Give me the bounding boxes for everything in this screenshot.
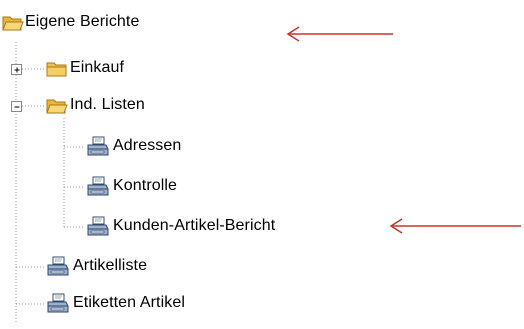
collapse-toggle-ind-listen[interactable] bbox=[11, 101, 22, 112]
printer-icon bbox=[46, 256, 70, 283]
tree-label: Artikelliste bbox=[73, 257, 148, 274]
red-arrow-kunden bbox=[389, 218, 521, 234]
folder-open-icon bbox=[2, 14, 24, 37]
printer-icon bbox=[86, 176, 110, 203]
tree-label: Kunden-Artikel-Bericht bbox=[113, 217, 276, 234]
tree-label: Einkauf bbox=[70, 59, 125, 76]
printer-icon bbox=[86, 136, 110, 163]
tree-label: Adressen bbox=[113, 137, 182, 154]
folder-open-icon bbox=[46, 97, 68, 120]
red-arrow-root bbox=[286, 26, 393, 42]
expand-toggle-einkauf[interactable] bbox=[11, 64, 22, 75]
printer-icon bbox=[86, 216, 110, 243]
folder-closed-icon bbox=[46, 60, 68, 83]
printer-icon bbox=[46, 293, 70, 320]
tree-label: Ind. Listen bbox=[70, 96, 145, 113]
tree-label: Etiketten Artikel bbox=[73, 294, 185, 311]
tree-label: Kontrolle bbox=[113, 177, 178, 194]
tree-connector-lines bbox=[15, 42, 84, 322]
tree-label: Eigene Berichte bbox=[25, 13, 140, 30]
